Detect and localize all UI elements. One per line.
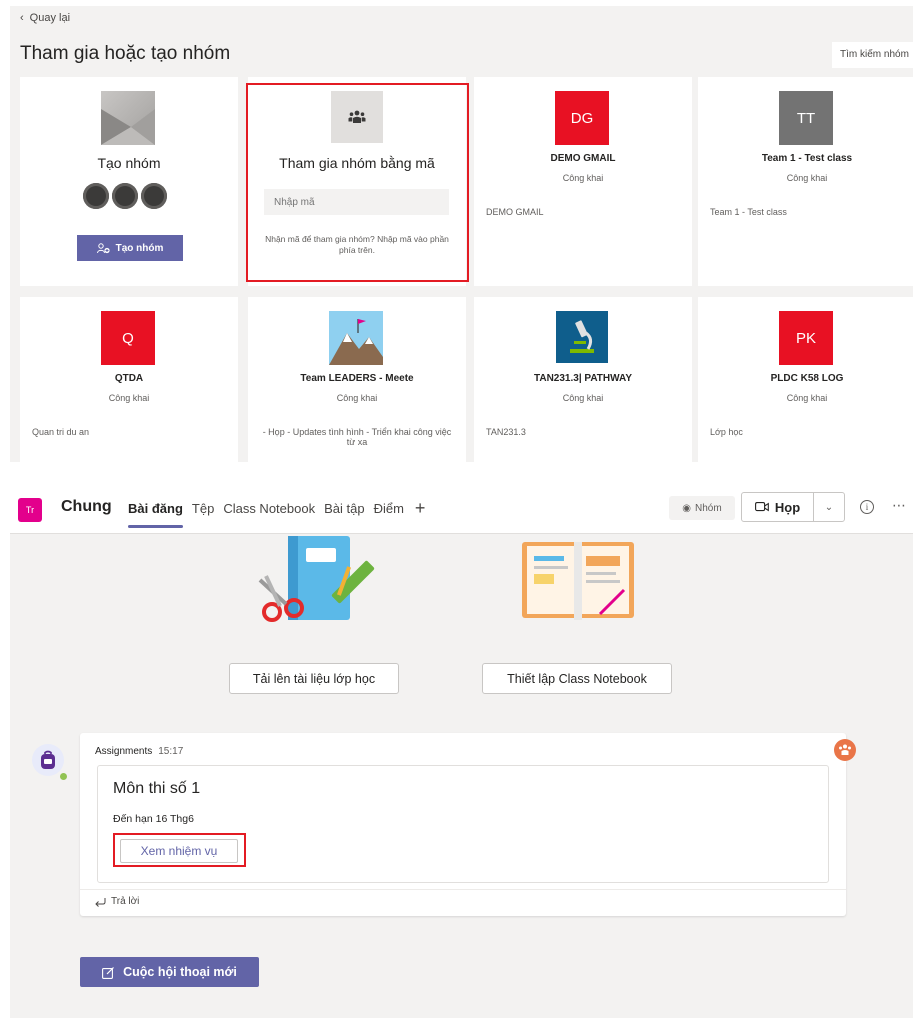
assignment-post: Assignments 15:17 Môn thi số 1 Đến hạn 16… — [80, 733, 856, 916]
assignment-card[interactable]: Môn thi số 1 Đến hạn 16 Thg6 Xem nhiệm v… — [97, 765, 829, 883]
team-card-tan231-pathway[interactable]: TAN231.3| PATHWAY Công khai TAN231.3 — [474, 297, 692, 462]
team-search-input[interactable]: Tìm kiếm nhóm — [832, 42, 913, 68]
team-card-team-1-test-class[interactable]: TT Team 1 - Test class Công khai Team 1 … — [698, 77, 913, 286]
back-link[interactable]: ‹ Quay lại — [20, 12, 70, 24]
team-visibility: Công khai — [786, 173, 828, 183]
post-header: Assignments 15:17 — [95, 746, 183, 757]
upload-materials-illustration — [258, 536, 375, 622]
available-status-icon — [58, 771, 69, 782]
channel-name: Chung — [61, 498, 112, 515]
team-card-pldc-k58-log[interactable]: PK PLDC K58 LOG Công khai Lớp học — [698, 297, 913, 462]
post-author: Assignments — [95, 746, 153, 757]
team-description: Team 1 - Test class — [710, 207, 787, 217]
channel-tabs: Bài đăng Tệp Class Notebook Bài tập Điểm… — [128, 499, 426, 528]
upload-class-materials-button[interactable]: Tải lên tài liệu lớp học — [229, 663, 399, 694]
team-avatar: DG — [555, 91, 609, 145]
reply-arrow-icon — [95, 897, 106, 907]
team-pill-label: Nhóm — [695, 502, 722, 514]
team-visibility: Công khai — [108, 393, 150, 403]
team-visibility: Công khai — [562, 173, 604, 183]
chevron-left-icon: ‹ — [20, 12, 24, 24]
team-avatar: TT — [779, 91, 833, 145]
join-team-with-code-card: Tham gia nhóm bằng mã Nhận mã để tham gi… — [248, 77, 466, 286]
more-options-icon[interactable]: ⋯ — [892, 497, 907, 514]
team-code-input[interactable] — [264, 189, 449, 215]
add-people-icon — [96, 242, 110, 253]
post-time: 15:17 — [158, 746, 184, 757]
join-team-title: Tham gia nhóm bằng mã — [279, 155, 435, 171]
create-team-card: Tạo nhóm Tạo nhóm — [20, 77, 238, 286]
team-name: DEMO GMAIL — [550, 153, 616, 164]
team-badge[interactable]: Tr — [18, 498, 42, 522]
tab-class-notebook[interactable]: Class Notebook — [223, 501, 315, 516]
team-avatar: Q — [101, 311, 155, 365]
member-avatars-placeholder — [83, 183, 167, 209]
team-description: - Họp - Updates tình hình - Triển khai c… — [262, 427, 452, 447]
chevron-down-icon[interactable]: ⌄ — [814, 493, 844, 521]
video-camera-icon — [754, 502, 769, 512]
team-name: TAN231.3| PATHWAY — [533, 373, 632, 384]
assignment-title: Môn thi số 1 — [113, 780, 201, 797]
class-notebook-illustration — [522, 542, 634, 620]
post-divider — [80, 889, 846, 890]
team-description: TAN231.3 — [486, 427, 526, 437]
create-team-image-icon — [101, 91, 155, 145]
teams-reaction-icon[interactable] — [834, 739, 856, 761]
meet-label: Họp — [774, 499, 801, 515]
microscope-icon — [556, 311, 608, 363]
channel-panel: Tr Chung Bài đăng Tệp Class Notebook Bài… — [10, 470, 913, 1018]
join-team-hint: Nhận mã để tham gia nhóm? Nhập mã vào ph… — [265, 234, 449, 255]
setup-class-notebook-button[interactable]: Thiết lập Class Notebook — [482, 663, 672, 694]
create-team-button[interactable]: Tạo nhóm — [77, 235, 183, 261]
team-card-demo-gmail[interactable]: DG DEMO GMAIL Công khai DEMO GMAIL — [474, 77, 692, 286]
team-card-team-leaders[interactable]: Team LEADERS - Meete Công khai - Họp - U… — [248, 297, 466, 462]
team-description: Lớp học — [710, 427, 743, 437]
team-visibility: Công khai — [786, 393, 828, 403]
team-name: QTDA — [114, 373, 144, 384]
team-visibility-pill[interactable]: ◉ Nhóm — [669, 496, 735, 520]
compose-icon — [102, 966, 115, 979]
backpack-icon — [41, 750, 55, 769]
tab-files[interactable]: Tệp — [192, 501, 214, 516]
eye-icon: ◉ — [682, 502, 692, 514]
back-label: Quay lại — [29, 12, 71, 24]
mountain-flag-icon — [329, 311, 383, 365]
join-or-create-team-panel: ‹ Quay lại Tham gia hoặc tạo nhóm Tìm ki… — [10, 6, 913, 462]
create-team-title: Tạo nhóm — [97, 155, 161, 171]
team-avatar: PK — [779, 311, 833, 365]
meet-button: Họp ⌄ — [741, 492, 845, 522]
team-description: DEMO GMAIL — [486, 207, 544, 217]
team-card-qtda[interactable]: Q QTDA Công khai Quan tri du an — [20, 297, 238, 462]
team-visibility: Công khai — [336, 393, 378, 403]
teams-group-icon — [331, 91, 383, 143]
tab-grades[interactable]: Điểm — [374, 501, 404, 516]
meet-now-button[interactable]: Họp — [742, 493, 814, 521]
team-description: Quan tri du an — [32, 427, 90, 437]
info-icon[interactable]: i — [860, 500, 874, 514]
team-visibility: Công khai — [562, 393, 604, 403]
channel-header: Tr Chung Bài đăng Tệp Class Notebook Bài… — [10, 470, 913, 534]
team-name: Team 1 - Test class — [761, 153, 853, 164]
reply-link[interactable]: Trả lời — [94, 896, 139, 907]
new-conversation-label: Cuộc hội thoại mới — [123, 965, 237, 979]
new-conversation-button[interactable]: Cuộc hội thoại mới — [80, 957, 259, 987]
create-team-button-label: Tạo nhóm — [115, 242, 164, 254]
add-tab-plus-icon[interactable]: + — [415, 499, 426, 517]
team-name: PLDC K58 LOG — [770, 373, 844, 384]
team-name: Team LEADERS - Meete — [300, 373, 414, 384]
tab-posts[interactable]: Bài đăng — [128, 501, 183, 528]
tab-assignments[interactable]: Bài tập — [324, 501, 364, 516]
assignment-due-date: Đến hạn 16 Thg6 — [113, 813, 194, 825]
view-assignment-button[interactable]: Xem nhiệm vụ — [120, 839, 238, 863]
page-title: Tham gia hoặc tạo nhóm — [20, 43, 231, 64]
reply-label: Trả lời — [111, 896, 140, 907]
